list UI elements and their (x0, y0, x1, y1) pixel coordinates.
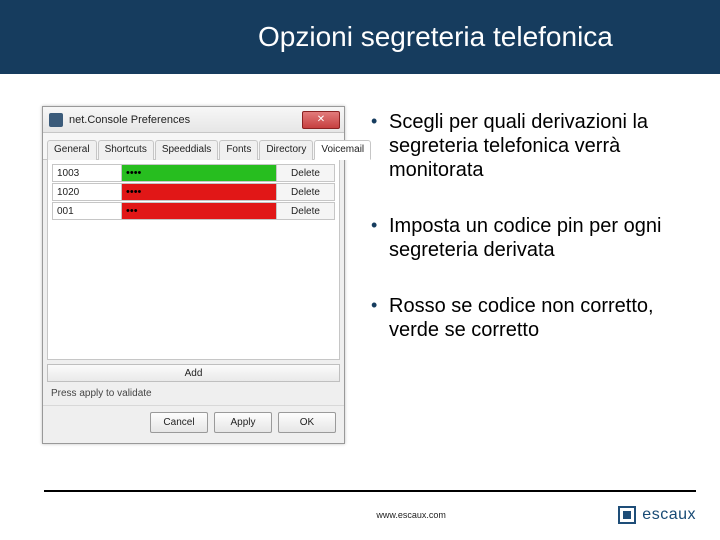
tab-speeddials[interactable]: Speeddials (155, 140, 218, 160)
brand-name: escaux (642, 506, 696, 524)
table-row: 1020 •••• Delete (52, 183, 335, 201)
preferences-screenshot: net.Console Preferences ✕ General Shortc… (42, 106, 345, 444)
tab-shortcuts[interactable]: Shortcuts (98, 140, 154, 160)
delete-button[interactable]: Delete (277, 183, 335, 201)
footer-url: www.escaux.com (44, 510, 618, 520)
dialog-title: net.Console Preferences (69, 114, 302, 126)
pin-cell[interactable]: •••• (122, 164, 277, 182)
tab-voicemail[interactable]: Voicemail (314, 140, 371, 160)
pin-cell[interactable]: ••• (122, 202, 277, 220)
delete-button[interactable]: Delete (277, 164, 335, 182)
ok-button[interactable]: OK (278, 412, 336, 433)
dialog-titlebar: net.Console Preferences ✕ (43, 107, 344, 133)
tab-strip: General Shortcuts Speeddials Fonts Direc… (43, 133, 344, 160)
table-row: 1003 •••• Delete (52, 164, 335, 182)
list-item: • Imposta un codice pin per ogni segrete… (371, 214, 692, 262)
extension-cell[interactable]: 1020 (52, 183, 122, 201)
slide-footer: www.escaux.com escaux (0, 506, 720, 524)
brand-logo-icon (618, 506, 636, 524)
tab-general[interactable]: General (47, 140, 97, 160)
preferences-dialog: net.Console Preferences ✕ General Shortc… (42, 106, 345, 444)
bullet-text: Imposta un codice pin per ogni segreteri… (389, 214, 692, 262)
tab-fonts[interactable]: Fonts (219, 140, 258, 160)
bullet-text: Rosso se codice non corretto, verde se c… (389, 294, 692, 342)
dialog-buttons: Cancel Apply OK (43, 405, 344, 443)
bullet-icon: • (371, 214, 389, 262)
tab-directory[interactable]: Directory (259, 140, 313, 160)
apply-button[interactable]: Apply (214, 412, 272, 433)
table-row: 001 ••• Delete (52, 202, 335, 220)
footer-rule (44, 490, 696, 492)
brand: escaux (618, 506, 696, 524)
slide-title: Opzioni segreteria telefonica (258, 21, 613, 53)
voicemail-panel: 1003 •••• Delete 1020 •••• Delete 001 ••… (47, 160, 340, 360)
validate-note: Press apply to validate (43, 382, 344, 405)
cancel-button[interactable]: Cancel (150, 412, 208, 433)
app-icon (49, 113, 63, 127)
bullet-icon: • (371, 294, 389, 342)
add-button[interactable]: Add (47, 364, 340, 382)
bullet-list: • Scegli per quali derivazioni la segret… (371, 106, 692, 444)
bullet-text: Scegli per quali derivazioni la segreter… (389, 110, 692, 182)
extension-cell[interactable]: 001 (52, 202, 122, 220)
list-item: • Scegli per quali derivazioni la segret… (371, 110, 692, 182)
bullet-icon: • (371, 110, 389, 182)
delete-button[interactable]: Delete (277, 202, 335, 220)
pin-cell[interactable]: •••• (122, 183, 277, 201)
close-icon[interactable]: ✕ (302, 111, 340, 129)
extension-cell[interactable]: 1003 (52, 164, 122, 182)
list-item: • Rosso se codice non corretto, verde se… (371, 294, 692, 342)
title-band: Opzioni segreteria telefonica (0, 0, 720, 74)
